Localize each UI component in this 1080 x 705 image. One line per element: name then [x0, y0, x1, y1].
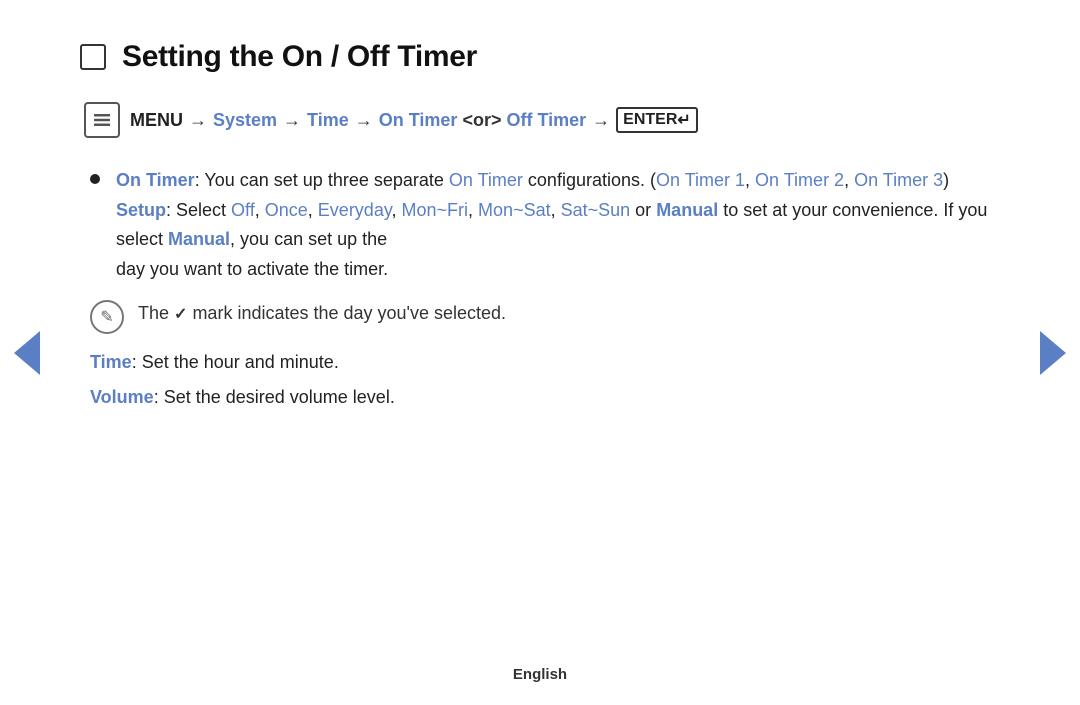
- sep3: ,: [392, 200, 402, 220]
- bullet-content: On Timer: You can set up three separate …: [116, 166, 1000, 285]
- setup-label: Setup: [116, 200, 166, 220]
- note-icon: ✎: [90, 300, 124, 334]
- sat-sun-option: Sat~Sun: [561, 200, 631, 220]
- once-option: Once: [265, 200, 308, 220]
- note-pencil-icon: ✎: [100, 307, 113, 327]
- comma1: ,: [745, 170, 755, 190]
- note-text: The ✓ mark indicates the day you've sele…: [138, 299, 506, 329]
- setup-suffix2: , you can set up the: [230, 229, 387, 249]
- time-label: Time: [90, 352, 132, 372]
- enter-label: ENTER: [623, 111, 677, 129]
- on-timer-3: On Timer 3: [854, 170, 943, 190]
- or-text: or: [630, 200, 656, 220]
- on-timer-intro: : You can set up three separate: [195, 170, 449, 190]
- manual-option2: Manual: [168, 229, 230, 249]
- time-label: Time: [307, 110, 349, 131]
- system-label: System: [213, 110, 277, 131]
- on-timer-line1: On Timer: You can set up three separate …: [116, 170, 949, 190]
- sep2: ,: [308, 200, 318, 220]
- sep4: ,: [468, 200, 478, 220]
- comma2: ,: [844, 170, 854, 190]
- checkmark-symbol: ✓: [174, 306, 187, 323]
- volume-label: Volume: [90, 387, 154, 407]
- setup-line2: day you want to activate the timer.: [116, 259, 388, 279]
- menu-label: MENU: [130, 110, 183, 131]
- note-prefix: The: [138, 303, 174, 323]
- note-row: ✎ The ✓ mark indicates the day you've se…: [90, 299, 1000, 334]
- off-option: Off: [231, 200, 255, 220]
- menu-icon: [84, 102, 120, 138]
- bullet-row: On Timer: You can set up three separate …: [90, 166, 1000, 285]
- note-suffix: mark indicates the day you've selected.: [187, 303, 506, 323]
- close-paren: ): [943, 170, 949, 190]
- configs-suffix: configurations. (: [523, 170, 656, 190]
- bullet-dot: [90, 174, 100, 184]
- nav-left-button[interactable]: [14, 331, 40, 375]
- enter-symbol: ↵: [677, 110, 690, 130]
- on-off-timer-label: On Timer <or> Off Timer: [379, 110, 586, 131]
- nav-right-button[interactable]: [1040, 331, 1066, 375]
- on-timer-2: On Timer 2: [755, 170, 844, 190]
- volume-text: : Set the desired volume level.: [154, 387, 395, 407]
- on-timer-configs: On Timer: [449, 170, 523, 190]
- menu-path: MENU → System → Time → On Timer <or> Off…: [84, 102, 1000, 138]
- arrow-4: →: [592, 110, 610, 131]
- arrow-1: →: [189, 110, 207, 131]
- sep1: ,: [255, 200, 265, 220]
- mon-fri-option: Mon~Fri: [402, 200, 469, 220]
- footer-language: English: [513, 666, 567, 683]
- arrow-2: →: [283, 110, 301, 131]
- title-row: Setting the On / Off Timer: [80, 40, 1000, 74]
- setup-line: Setup: Select Off, Once, Everyday, Mon~F…: [116, 200, 987, 250]
- content-area: On Timer: You can set up three separate …: [80, 166, 1000, 413]
- page-title: Setting the On / Off Timer: [122, 40, 477, 74]
- mon-sat-option: Mon~Sat: [478, 200, 551, 220]
- time-item: Time: Set the hour and minute.: [90, 348, 1000, 378]
- page-container: Setting the On / Off Timer MENU → System…: [0, 0, 1080, 705]
- everyday-option: Everyday: [318, 200, 392, 220]
- enter-icon: ENTER↵: [616, 107, 698, 133]
- volume-item: Volume: Set the desired volume level.: [90, 383, 1000, 413]
- arrow-3: →: [355, 110, 373, 131]
- sep5: ,: [551, 200, 561, 220]
- checkbox-icon: [80, 44, 106, 70]
- on-timer-1: On Timer 1: [656, 170, 745, 190]
- time-text: : Set the hour and minute.: [132, 352, 339, 372]
- setup-colon: : Select: [166, 200, 231, 220]
- manual-option: Manual: [656, 200, 718, 220]
- on-timer-label: On Timer: [116, 170, 195, 190]
